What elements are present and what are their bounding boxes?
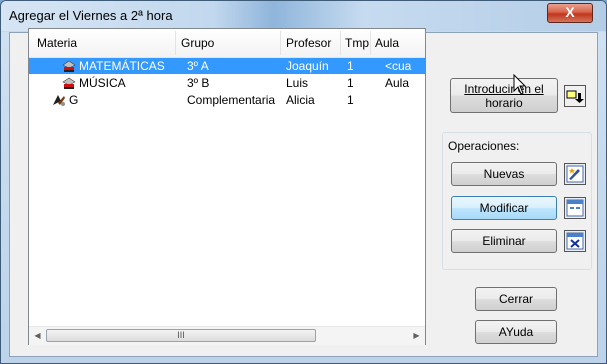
delete-record-icon[interactable] — [564, 230, 586, 252]
cell-profesor: Alicia — [286, 93, 315, 107]
new-button[interactable]: Nuevas — [451, 162, 557, 186]
horizontal-scrollbar[interactable]: ◀ III ▶ — [29, 326, 425, 345]
title-bar[interactable]: Agregar el Viernes a 2ª hora X — [1, 1, 606, 31]
cell-grupo: 3º B — [187, 76, 210, 90]
cell-materia: G — [69, 93, 79, 107]
cell-materia: MATEMÁTICAS — [79, 59, 165, 73]
cell-tmp: 1 — [347, 93, 354, 107]
help-button[interactable]: AYuda — [475, 320, 557, 344]
column-header-tmp[interactable]: Tmp — [345, 35, 369, 51]
delete-button-label: Eliminar — [482, 234, 526, 248]
list-row-complementaria[interactable]: G Complementaria Alicia 1 — [29, 92, 425, 108]
column-divider[interactable] — [370, 31, 371, 55]
edit-record-icon[interactable] — [564, 197, 586, 219]
insert-button-line1: Introducir en el — [464, 82, 544, 96]
close-button[interactable]: X — [547, 3, 593, 23]
column-header-materia[interactable]: Materia — [37, 35, 77, 51]
insert-into-schedule-button[interactable]: Introducir en el horario — [450, 78, 558, 113]
cell-aula: <cua — [385, 59, 412, 73]
list-row-matematicas[interactable]: MATEMÁTICAS 3º A Joaquín 1 <cua — [29, 58, 425, 74]
cell-aula: Aula — [385, 76, 410, 90]
delete-button[interactable]: Eliminar — [451, 229, 557, 253]
column-divider[interactable] — [175, 31, 176, 55]
dialog-window: Agregar el Viernes a 2ª hora X Materia G… — [0, 0, 607, 364]
list-header: Materia Grupo Profesor Tmp Aula — [29, 29, 425, 58]
cell-materia: MÚSICA — [79, 76, 126, 90]
column-divider[interactable] — [280, 31, 281, 55]
subject-icon — [62, 60, 76, 72]
scrollbar-grip: III — [177, 330, 185, 340]
complementary-icon — [53, 95, 65, 106]
close-dialog-button[interactable]: Cerrar — [475, 287, 557, 311]
subject-icon — [62, 77, 76, 89]
column-header-aula[interactable]: Aula — [375, 35, 399, 51]
insert-schedule-icon[interactable] — [564, 85, 586, 107]
cell-grupo: 3º A — [187, 59, 209, 73]
help-button-label: AYuda — [498, 325, 534, 339]
column-header-grupo[interactable]: Grupo — [181, 35, 214, 51]
mouse-cursor-icon — [513, 74, 527, 95]
scroll-left-arrow-icon[interactable]: ◀ — [29, 327, 46, 345]
column-header-profesor[interactable]: Profesor — [286, 35, 331, 51]
insert-button-line2: horario — [485, 96, 523, 110]
modify-button[interactable]: Modificar — [451, 196, 557, 220]
close-icon: X — [565, 4, 575, 20]
scroll-right-arrow-icon[interactable]: ▶ — [408, 327, 425, 345]
cell-profesor: Luis — [286, 76, 309, 90]
operations-label: Operaciones: — [448, 139, 520, 153]
cell-grupo: Complementaria — [187, 93, 276, 107]
cell-tmp: 1 — [347, 59, 354, 73]
assignments-list[interactable]: Materia Grupo Profesor Tmp Aula MATEMÁTI… — [28, 28, 426, 345]
column-divider[interactable] — [340, 31, 341, 55]
cell-tmp: 1 — [347, 76, 354, 90]
close-dialog-button-label: Cerrar — [498, 292, 533, 306]
window-title: Agregar el Viernes a 2ª hora — [9, 8, 173, 23]
new-record-icon[interactable] — [564, 163, 586, 185]
cell-profesor: Joaquín — [286, 59, 329, 73]
scrollbar-thumb[interactable]: III — [46, 329, 316, 342]
new-button-label: Nuevas — [483, 167, 525, 181]
modify-button-label: Modificar — [479, 201, 529, 215]
list-row-musica[interactable]: MÚSICA 3º B Luis 1 Aula — [29, 75, 425, 91]
